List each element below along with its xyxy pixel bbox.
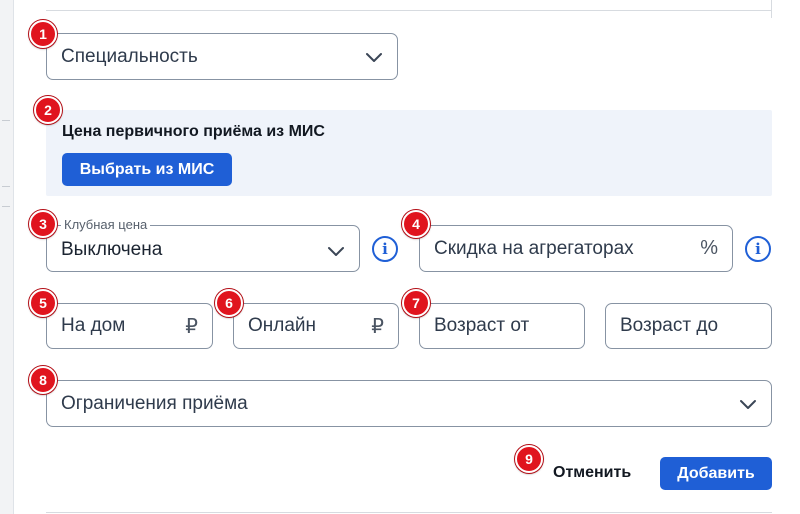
strip-tick: [2, 186, 10, 187]
left-edge-strip: [0, 0, 14, 514]
bottom-divider: [46, 512, 772, 513]
age-to-placeholder: Возраст до: [620, 315, 719, 336]
add-button[interactable]: Добавить: [660, 457, 772, 490]
age-from-input[interactable]: Возраст от: [419, 303, 585, 349]
aggregator-discount-input[interactable]: Скидка на агрегаторах %: [419, 225, 733, 272]
restrictions-select[interactable]: Ограничения приёма: [46, 380, 772, 427]
cancel-button[interactable]: Отменить: [553, 464, 631, 482]
ruble-icon: ₽: [371, 315, 384, 338]
chevron-down-icon: [739, 398, 757, 410]
choose-from-mis-button[interactable]: Выбрать из МИС: [62, 153, 232, 186]
annotation-marker: 2: [34, 96, 62, 124]
annotation-marker: 1: [29, 20, 57, 48]
strip-tick: [2, 120, 10, 121]
home-price-input[interactable]: На дом ₽: [46, 303, 213, 349]
club-price-value: Выключена: [61, 239, 163, 260]
home-price-placeholder: На дом: [61, 315, 126, 336]
restrictions-placeholder: Ограничения приёма: [61, 392, 248, 414]
chevron-down-icon: [327, 245, 345, 257]
mis-price-panel: Цена первичного приёма из МИС Выбрать из…: [46, 110, 772, 196]
info-icon[interactable]: i: [372, 236, 398, 262]
annotation-marker: 4: [402, 210, 430, 238]
annotation-marker: 7: [402, 289, 430, 317]
aggregator-discount-placeholder: Скидка на агрегаторах: [434, 237, 634, 259]
info-icon[interactable]: i: [745, 236, 771, 262]
strip-tick: [2, 206, 10, 207]
annotation-marker: 3: [29, 210, 57, 238]
annotation-marker: 9: [515, 445, 543, 473]
online-price-placeholder: Онлайн: [248, 315, 317, 336]
online-price-input[interactable]: Онлайн ₽: [233, 303, 399, 349]
right-edge-line: [771, 0, 772, 18]
age-to-input[interactable]: Возраст до: [605, 303, 772, 349]
mis-price-title: Цена первичного приёма из МИС: [62, 123, 325, 140]
annotation-marker: 5: [29, 289, 57, 317]
specialty-placeholder: Специальность: [61, 45, 198, 67]
club-price-select[interactable]: Клубная цена Выключена: [46, 216, 360, 272]
annotation-marker: 6: [215, 289, 243, 317]
percent-icon: %: [700, 237, 718, 259]
top-divider: [46, 10, 772, 11]
annotation-marker: 8: [29, 366, 57, 394]
club-price-label: Клубная цена: [61, 216, 151, 234]
specialty-select[interactable]: Специальность: [46, 33, 398, 80]
chevron-down-icon: [365, 51, 383, 63]
age-from-placeholder: Возраст от: [434, 315, 530, 336]
ruble-icon: ₽: [185, 315, 198, 338]
